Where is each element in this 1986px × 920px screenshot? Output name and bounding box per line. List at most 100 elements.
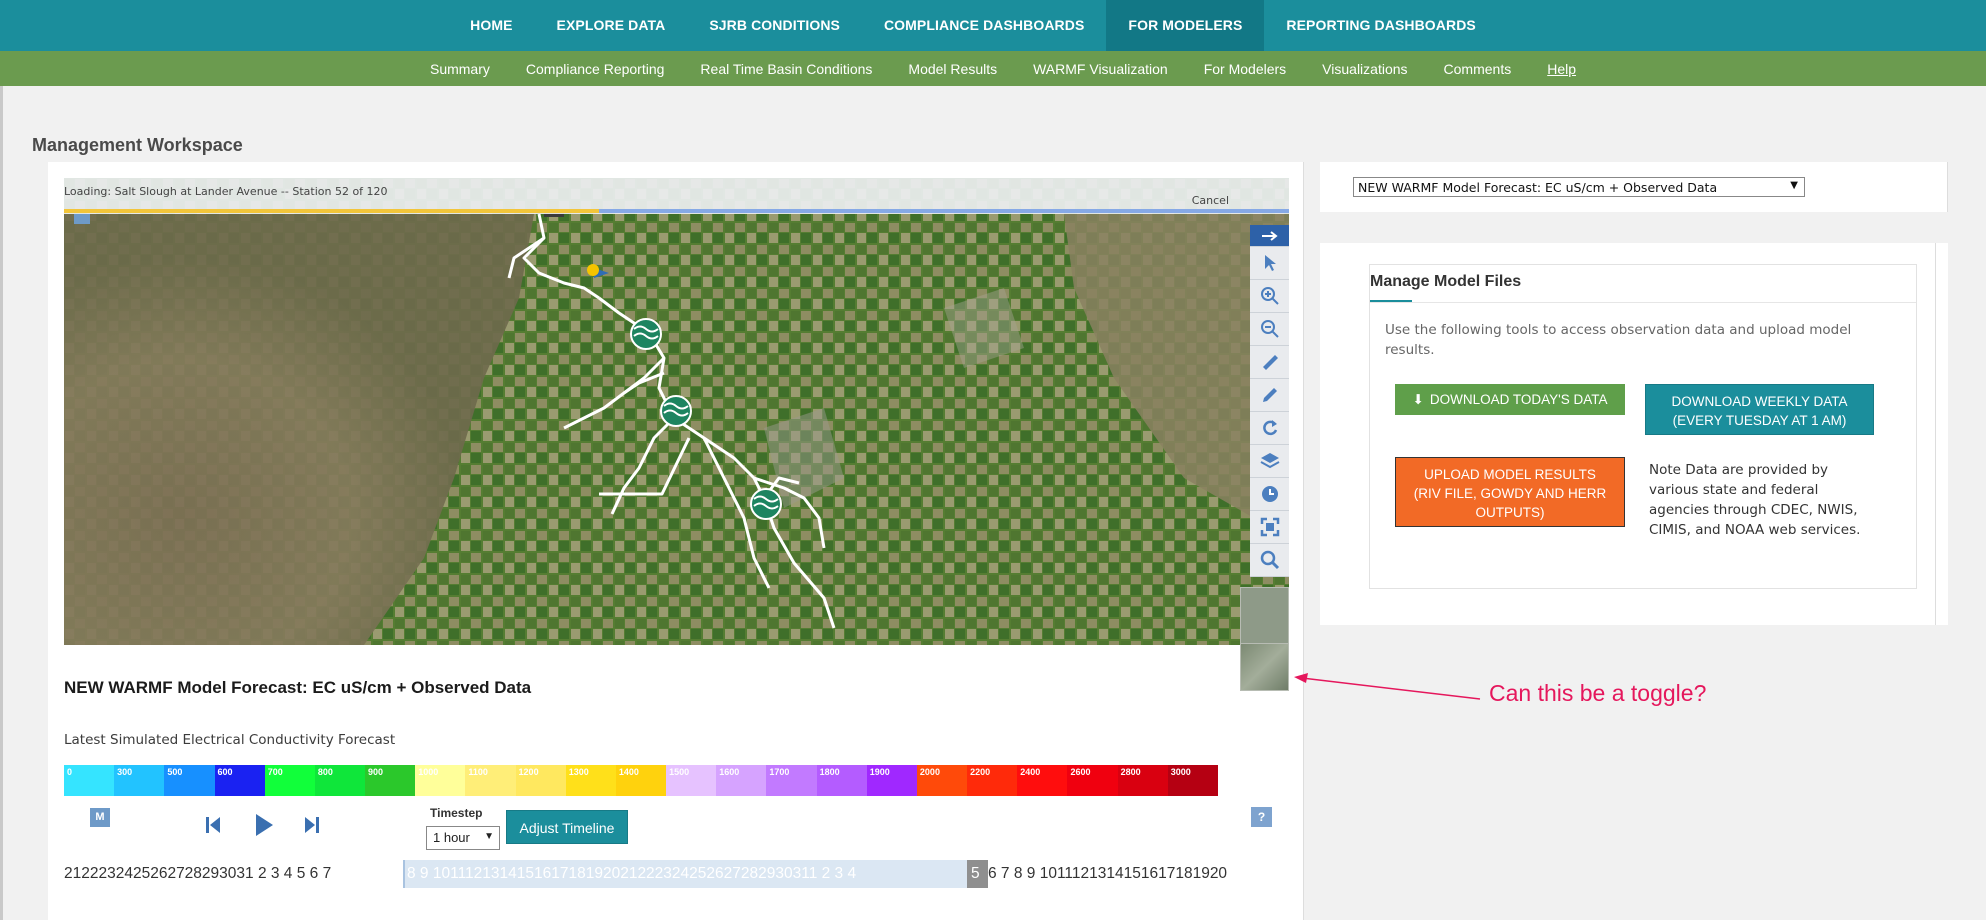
timeline-controls: M Timestep 1 hour ▼ Adjust Timeline ? bbox=[64, 800, 1289, 850]
ruler-icon[interactable] bbox=[1250, 346, 1289, 379]
usgs-station-marker[interactable] bbox=[750, 488, 782, 520]
pointer-icon[interactable] bbox=[1250, 247, 1289, 280]
top-nav: HOME EXPLORE DATA SJRB CONDITIONS COMPLIANC… bbox=[0, 0, 1986, 51]
legend-bin: 1300 bbox=[565, 765, 616, 796]
top-nav-item-home[interactable]: HOME bbox=[448, 0, 534, 51]
legend-bin: 1000 bbox=[415, 765, 466, 796]
legend-bin: 1100 bbox=[465, 765, 516, 796]
sub-nav-item-comments[interactable]: Comments bbox=[1426, 61, 1530, 77]
layer-select[interactable]: NEW WARMF Model Forecast: EC uS/cm + Obs… bbox=[1353, 177, 1805, 197]
map-corner-icon[interactable] bbox=[74, 214, 90, 224]
play-icon[interactable] bbox=[254, 813, 274, 842]
upload-model-results-button[interactable]: UPLOAD MODEL RESULTS (RIV FILE, GOWDY AN… bbox=[1395, 457, 1625, 527]
loading-bar: Loading: Salt Slough at Lander Avenue --… bbox=[64, 178, 1289, 214]
legend-bin: 600 bbox=[214, 765, 265, 796]
top-nav-item-explore-data[interactable]: EXPLORE DATA bbox=[535, 0, 688, 51]
download-weekly-button[interactable]: DOWNLOAD WEEKLY DATA (EVERY TUESDAY AT 1… bbox=[1645, 384, 1874, 435]
progress-fill bbox=[64, 209, 600, 213]
legend-bin: 900 bbox=[365, 765, 416, 796]
basemap-toggle[interactable] bbox=[1240, 643, 1289, 691]
upload-line3: OUTPUTS) bbox=[1475, 505, 1545, 520]
help-icon[interactable]: ? bbox=[1251, 807, 1272, 827]
map-toolbar bbox=[1250, 225, 1289, 577]
sub-nav-item-summary[interactable]: Summary bbox=[412, 61, 508, 77]
legend-bin: 1600 bbox=[716, 765, 767, 796]
loading-text: Loading: Salt Slough at Lander Avenue --… bbox=[64, 185, 388, 198]
download-weekly-line2: (EVERY TUESDAY AT 1 AM) bbox=[1672, 413, 1847, 428]
basemap-thumbnail[interactable] bbox=[1240, 587, 1289, 645]
legend-bin: 1200 bbox=[515, 765, 566, 796]
data-source-note: Note Data are provided by various state … bbox=[1649, 462, 1861, 538]
legend-bin: 2600 bbox=[1067, 765, 1118, 796]
sub-nav-item-real-time-basin-conditions[interactable]: Real Time Basin Conditions bbox=[682, 61, 890, 77]
timestep-label: Timestep bbox=[430, 806, 483, 820]
sub-nav-item-visualizations[interactable]: Visualizations bbox=[1304, 61, 1425, 77]
sub-nav-item-compliance-reporting[interactable]: Compliance Reporting bbox=[508, 61, 683, 77]
top-nav-item-compliance-dashboards[interactable]: COMPLIANCE DASHBOARDS bbox=[862, 0, 1106, 51]
card-title: Manage Model Files bbox=[1370, 273, 1522, 290]
top-nav-item-reporting-dashboards[interactable]: REPORTING DASHBOARDS bbox=[1264, 0, 1497, 51]
timeline-current-day: 5 bbox=[971, 865, 980, 882]
sub-nav-item-help[interactable]: Help bbox=[1529, 61, 1594, 77]
sub-nav: Summary Compliance Reporting Real Time Bas… bbox=[0, 51, 1986, 86]
legend-bin: 300 bbox=[114, 765, 165, 796]
refresh-icon[interactable] bbox=[1250, 412, 1289, 445]
timeline-strip[interactable]: 2122232425262728293031 2 3 4 5 6 7 8 9 1… bbox=[64, 860, 1289, 888]
legend-bin: 1500 bbox=[666, 765, 717, 796]
pencil-icon[interactable] bbox=[1250, 379, 1289, 412]
search-icon[interactable] bbox=[1250, 544, 1289, 577]
legend-bin: 1900 bbox=[866, 765, 917, 796]
timestep-value: 1 hour bbox=[433, 830, 470, 845]
fullscreen-icon[interactable] bbox=[1250, 511, 1289, 544]
download-today-label: DOWNLOAD TODAY'S DATA bbox=[1429, 392, 1608, 407]
zoom-out-icon[interactable] bbox=[1250, 313, 1289, 346]
card-description: Use the following tools to access observ… bbox=[1385, 322, 1852, 358]
page-title: Management Workspace bbox=[32, 135, 243, 155]
cancel-button[interactable]: Cancel bbox=[1192, 194, 1229, 207]
layers-icon[interactable] bbox=[1250, 445, 1289, 478]
legend-bin: 2800 bbox=[1117, 765, 1168, 796]
timeline-days-selected: 8 9 101112131415161718192021222324252627… bbox=[407, 865, 857, 882]
legend-bin: 1800 bbox=[816, 765, 867, 796]
download-icon: ⬇ bbox=[1412, 392, 1424, 407]
timestep-select[interactable]: 1 hour ▼ bbox=[426, 826, 500, 850]
sub-nav-item-model-results[interactable]: Model Results bbox=[890, 61, 1015, 77]
map-view[interactable]: Loading: Salt Slough at Lander Avenue --… bbox=[64, 178, 1289, 645]
top-nav-item-for-modelers[interactable]: FOR MODELERS bbox=[1106, 0, 1265, 51]
legend-bin: 1700 bbox=[766, 765, 817, 796]
annotation-text: Can this be a toggle? bbox=[1489, 680, 1707, 706]
download-today-button[interactable]: ⬇ DOWNLOAD TODAY'S DATA bbox=[1395, 384, 1625, 415]
upload-line1: UPLOAD MODEL RESULTS bbox=[1424, 467, 1596, 482]
legend-bin: 2400 bbox=[1017, 765, 1068, 796]
legend-bin: 3000 bbox=[1167, 765, 1218, 796]
zoom-in-icon[interactable] bbox=[1250, 280, 1289, 313]
step-forward-icon[interactable] bbox=[304, 816, 320, 839]
ec-color-legend: 0 300 500 600 700 800 900 1000 1100 1200 1300 1400 1… bbox=[64, 765, 1218, 796]
legend-bin: 2200 bbox=[967, 765, 1018, 796]
legend-bin: 800 bbox=[314, 765, 366, 796]
satellite-imagery bbox=[64, 178, 1289, 645]
layer-select-value: NEW WARMF Model Forecast: EC uS/cm + Obs… bbox=[1358, 180, 1718, 195]
legend-bin: 0 bbox=[64, 765, 115, 796]
legend-bin: 2000 bbox=[916, 765, 968, 796]
usgs-station-marker[interactable] bbox=[630, 318, 662, 350]
arrow-right-icon[interactable] bbox=[1250, 225, 1289, 247]
legend-bin: 500 bbox=[164, 765, 215, 796]
m-button[interactable]: M bbox=[90, 808, 110, 827]
step-back-icon[interactable] bbox=[205, 816, 221, 839]
caret-down-icon: ▼ bbox=[484, 831, 494, 842]
card-divider bbox=[1370, 302, 1916, 303]
legend-label: Latest Simulated Electrical Conductivity… bbox=[64, 732, 396, 748]
annotation-arrow bbox=[1294, 673, 1481, 700]
timeline-days-after: 6 7 8 9 1011121314151617181920 bbox=[988, 865, 1228, 882]
sub-nav-item-warmf-visualization[interactable]: WARMF Visualization bbox=[1015, 61, 1186, 77]
top-nav-item-sjrb-conditions[interactable]: SJRB CONDITIONS bbox=[687, 0, 862, 51]
left-edge bbox=[0, 86, 3, 920]
legend-bin: 700 bbox=[264, 765, 315, 796]
usgs-station-marker[interactable] bbox=[660, 395, 692, 427]
clock-icon[interactable] bbox=[1250, 478, 1289, 511]
legend-bin: 1400 bbox=[615, 765, 667, 796]
sub-nav-item-for-modelers[interactable]: For Modelers bbox=[1186, 61, 1304, 77]
adjust-timeline-button[interactable]: Adjust Timeline bbox=[506, 810, 628, 844]
upload-line2: (RIV FILE, GOWDY AND HERR bbox=[1413, 486, 1607, 501]
